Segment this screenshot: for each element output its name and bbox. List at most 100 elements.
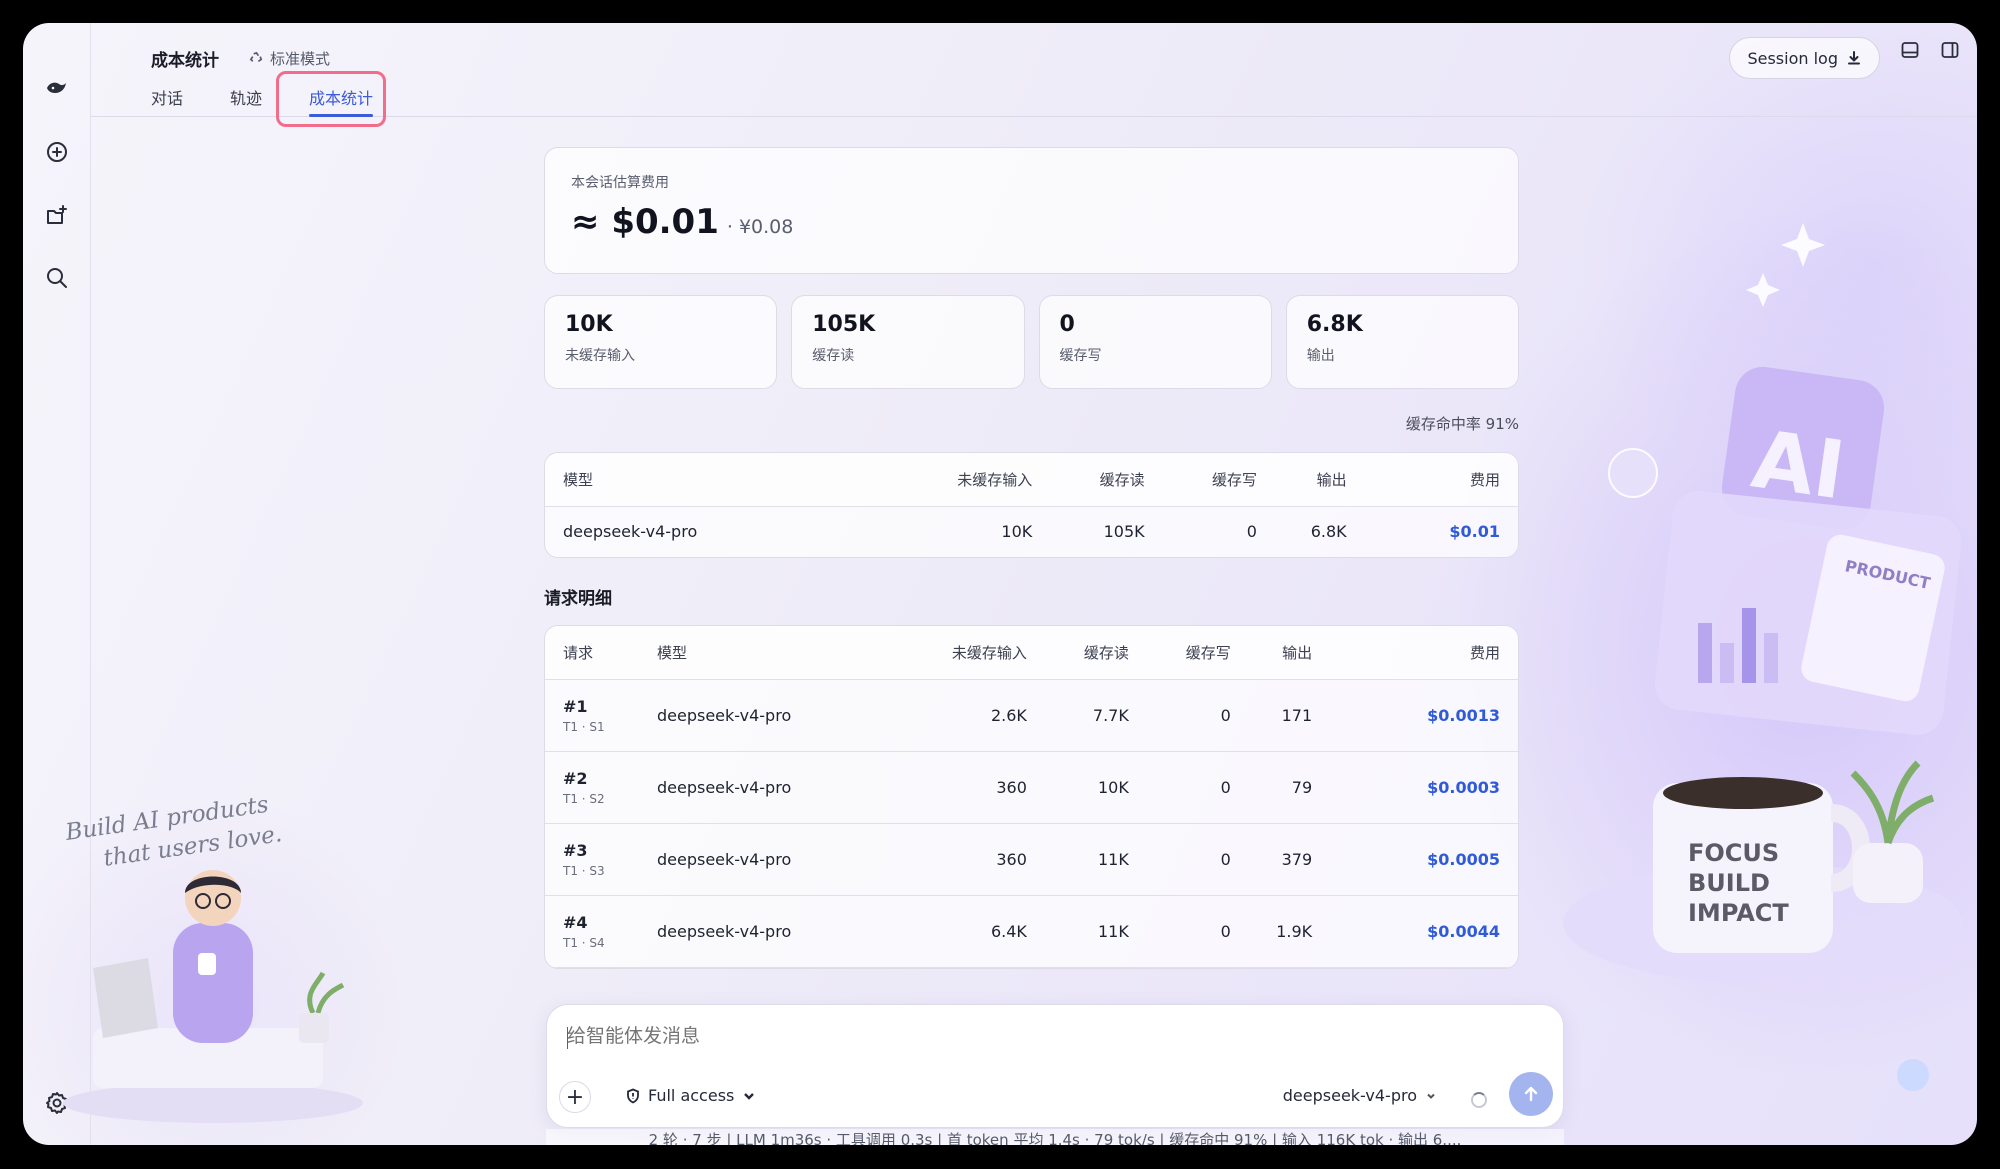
column-header: 缓存写 <box>1128 626 1231 680</box>
download-icon <box>1848 51 1860 65</box>
fee: $0.0003 <box>1312 751 1518 824</box>
stat-label: 缓存写 <box>1059 348 1102 364</box>
cache-read: 11K <box>1026 823 1129 896</box>
message-composer: + Full access deepseek-v4-pro <box>546 1004 1564 1128</box>
model-name: deepseek-v4-pro <box>657 751 857 824</box>
session-log-button[interactable]: Session log <box>1729 37 1880 79</box>
session-cost-usd: ≈ $0.01 <box>571 202 719 242</box>
cache-write: 0 <box>1128 751 1231 824</box>
request-id: #4 <box>563 912 588 932</box>
stat-value: 105K <box>812 312 876 337</box>
search-button[interactable] <box>35 256 79 300</box>
request-id: #3 <box>563 840 588 860</box>
model-name: deepseek-v4-pro <box>657 679 857 752</box>
column-header: 模型 <box>545 453 845 507</box>
text-cursor <box>567 1027 568 1049</box>
message-input[interactable] <box>567 1025 1447 1047</box>
stat-card-uncached-input: 10K 未缓存输入 <box>544 295 778 389</box>
stat-label: 未缓存输入 <box>565 348 635 364</box>
access-dropdown[interactable]: Full access <box>625 1086 757 1105</box>
cache-write: 0 <box>1128 679 1231 752</box>
output: 6.8K <box>1310 522 1347 542</box>
request-step: T1 · S2 <box>563 791 605 806</box>
cache-read: 7.7K <box>1026 679 1129 752</box>
table-row[interactable]: #4 T1 · S4 deepseek-v4-pro 6.4K 11K 0 1.9… <box>545 895 1518 968</box>
request-id: #1 <box>563 696 588 716</box>
column-header: 模型 <box>657 626 857 680</box>
session-log-label: Session log <box>1747 48 1838 68</box>
developer-illustration <box>63 870 363 1123</box>
cache-read: 11K <box>1026 895 1129 968</box>
shield-icon <box>627 1088 639 1104</box>
table-row[interactable]: #1 T1 · S1 deepseek-v4-pro 2.6K 7.7K 0 17… <box>545 679 1518 752</box>
stat-label: 输出 <box>1306 348 1335 364</box>
column-header: 缓存读 <box>1032 453 1145 507</box>
tab-chat[interactable]: 对话 <box>151 85 183 117</box>
run-status-bar: 2 轮 · 7 步 | LLM 1m36s · 工具调用 0.3s | 首 to… <box>546 1129 1564 1145</box>
model-name: deepseek-v4-pro <box>563 522 698 542</box>
attach-button[interactable]: + <box>559 1081 591 1113</box>
table-header-row: 模型 未缓存输入 缓存读 缓存写 输出 费用 <box>545 453 1518 507</box>
fee: $0.01 <box>1449 522 1500 542</box>
toggle-right-panel-button[interactable] <box>1935 35 1965 65</box>
logo-icon[interactable] <box>35 67 79 111</box>
stat-card-cache-write: 0 缓存写 <box>1038 295 1272 389</box>
cache-write: 0 <box>1246 522 1257 542</box>
model-select-label: deepseek-v4-pro <box>1282 1086 1417 1105</box>
mode-label: 标准模式 <box>270 50 331 68</box>
model-select[interactable]: deepseek-v4-pro <box>1283 1086 1437 1105</box>
fee: $0.0044 <box>1312 895 1518 968</box>
page-title: 成本统计 <box>151 51 219 71</box>
tab-bar: 对话 轨迹 成本统计 <box>151 85 420 117</box>
access-label: Full access <box>648 1086 735 1105</box>
mug-line-2: BUILD <box>1688 869 1770 897</box>
stat-value: 10K <box>565 312 613 337</box>
plus-icon: + <box>565 1084 585 1110</box>
output: 171 <box>1230 679 1313 752</box>
tab-cost[interactable]: 成本统计 <box>309 85 374 117</box>
new-chat-button[interactable] <box>35 130 79 174</box>
output: 379 <box>1230 823 1313 896</box>
table-row[interactable]: #3 T1 · S3 deepseek-v4-pro 360 11K 0 379 … <box>545 823 1518 896</box>
ai-product-illustration: AI PRODUCT FOCUS BUILD IMPACT <box>1563 223 1963 1091</box>
panel-bottom-icon <box>1901 42 1919 58</box>
column-header: 缓存读 <box>1026 626 1129 680</box>
stat-value: 6.8K <box>1306 312 1363 337</box>
loading-spinner-icon <box>1471 1092 1487 1108</box>
column-header: 费用 <box>1346 453 1518 507</box>
chevron-down-icon <box>744 1092 755 1100</box>
stat-card-cache-read: 105K 缓存读 <box>791 295 1025 389</box>
stat-label: 缓存读 <box>812 348 855 364</box>
session-cost-cny: · ¥0.08 <box>726 216 794 238</box>
new-project-button[interactable] <box>35 194 79 238</box>
send-arrow-icon <box>1524 1086 1538 1102</box>
table-header-row: 请求 模型 未缓存输入 缓存读 缓存写 输出 费用 <box>545 626 1518 680</box>
cache-read: 10K <box>1026 751 1129 824</box>
uncached-input: 2.6K <box>857 679 1027 752</box>
request-step: T1 · S3 <box>563 863 605 878</box>
send-button[interactable] <box>1509 1072 1553 1116</box>
token-stats: 10K 未缓存输入 105K 缓存读 0 缓存写 6.8K 输出 <box>544 295 1519 389</box>
panel-right-icon <box>1941 42 1959 58</box>
request-step: T1 · S4 <box>563 935 605 950</box>
request-detail-table: 请求 模型 未缓存输入 缓存读 缓存写 输出 费用 #1 T1 · S1 deep… <box>544 625 1519 969</box>
column-header: 缓存写 <box>1144 453 1257 507</box>
fee: $0.0005 <box>1312 823 1518 896</box>
uncached-input: 360 <box>857 823 1027 896</box>
session-cost-label: 本会话估算费用 <box>571 175 669 191</box>
model-name: deepseek-v4-pro <box>657 895 857 968</box>
mode-indicator[interactable]: 标准模式 <box>249 48 330 69</box>
cache-read: 105K <box>1103 522 1145 542</box>
model-cost-table: 模型 未缓存输入 缓存读 缓存写 输出 费用 deepseek-v4-pro 1… <box>544 452 1519 558</box>
uncached-input: 6.4K <box>857 895 1027 968</box>
stat-card-output: 6.8K 输出 <box>1285 295 1519 389</box>
new-chat-icon <box>47 142 67 162</box>
cache-write: 0 <box>1128 823 1231 896</box>
cache-write: 0 <box>1128 895 1231 968</box>
search-icon <box>47 268 67 288</box>
output: 1.9K <box>1230 895 1313 968</box>
table-row[interactable]: #2 T1 · S2 deepseek-v4-pro 360 10K 0 79 $… <box>545 751 1518 824</box>
cost-main: 本会话估算费用 ≈ $0.01 · ¥0.08 10K 未缓存输入 105K 缓… <box>544 147 1519 969</box>
tab-trace[interactable]: 轨迹 <box>230 85 262 117</box>
toggle-bottom-panel-button[interactable] <box>1895 35 1925 65</box>
